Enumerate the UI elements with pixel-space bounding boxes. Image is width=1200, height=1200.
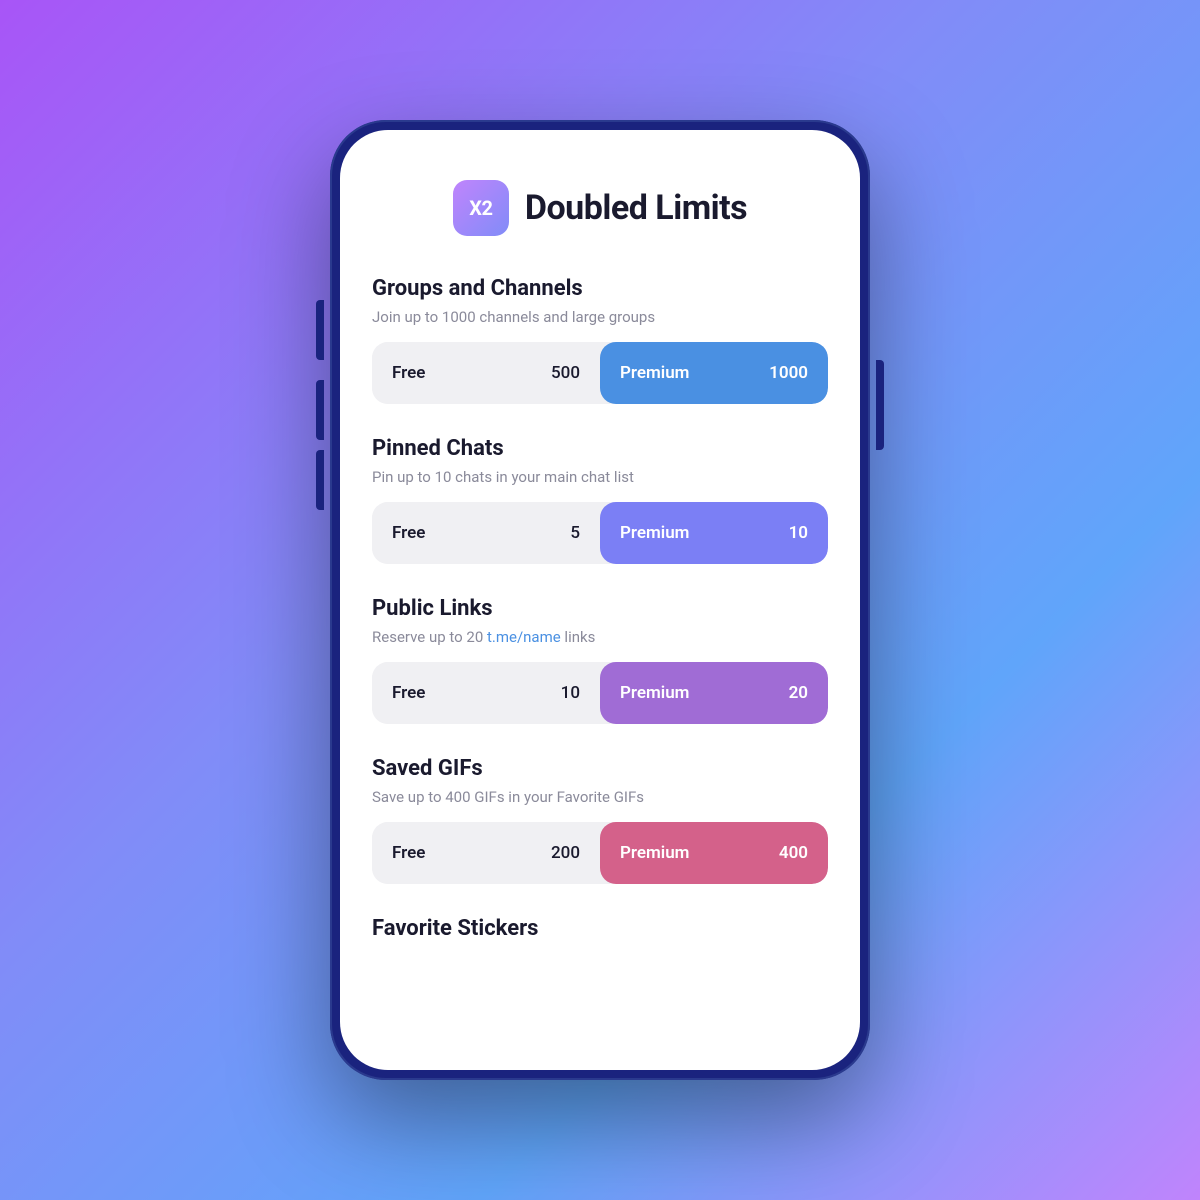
premium-side-gifs: Premium 400	[600, 822, 828, 884]
section-groups: Groups and Channels Join up to 1000 chan…	[372, 276, 828, 404]
premium-count-gifs: 400	[779, 843, 808, 863]
premium-label-gifs: Premium	[620, 843, 689, 863]
free-side-gifs: Free 200	[372, 822, 600, 884]
section-stickers: Favorite Stickers	[372, 916, 828, 941]
free-count-links: 10	[561, 683, 580, 703]
section-title-groups: Groups and Channels	[372, 276, 828, 301]
section-desc-links: Reserve up to 20 t.me/name links	[372, 627, 828, 648]
section-desc-links-suffix: links	[561, 628, 596, 646]
section-desc-links-prefix: Reserve up to 20	[372, 628, 487, 646]
section-title-pinned: Pinned Chats	[372, 436, 828, 461]
section-title-gifs: Saved GIFs	[372, 756, 828, 781]
free-side-links: Free 10	[372, 662, 600, 724]
premium-label-pinned: Premium	[620, 523, 689, 543]
free-label-groups: Free	[392, 363, 425, 383]
premium-side-groups: Premium 1000	[600, 342, 828, 404]
free-count-gifs: 200	[551, 843, 580, 863]
section-links: Public Links Reserve up to 20 t.me/name …	[372, 596, 828, 724]
section-desc-pinned-text: Pin up to 10 chats in your main chat lis…	[372, 468, 634, 486]
phone-screen: X2 Doubled Limits Groups and Channels Jo…	[340, 130, 860, 1070]
premium-side-links: Premium 20	[600, 662, 828, 724]
free-count-pinned: 5	[570, 523, 580, 543]
page-header: X2 Doubled Limits	[372, 180, 828, 236]
x2-badge: X2	[453, 180, 509, 236]
limit-bar-links: Free 10 Premium 20	[372, 662, 828, 724]
free-label-pinned: Free	[392, 523, 425, 543]
section-desc-gifs-text: Save up to 400 GIFs in your Favorite GIF…	[372, 788, 644, 806]
free-side-pinned: Free 5	[372, 502, 600, 564]
page-title: Doubled Limits	[525, 188, 747, 228]
premium-count-groups: 1000	[769, 363, 808, 383]
limit-bar-groups: Free 500 Premium 1000	[372, 342, 828, 404]
phone-frame: X2 Doubled Limits Groups and Channels Jo…	[330, 120, 870, 1080]
x2-badge-text: X2	[469, 196, 492, 220]
section-gifs: Saved GIFs Save up to 400 GIFs in your F…	[372, 756, 828, 884]
premium-side-pinned: Premium 10	[600, 502, 828, 564]
section-pinned: Pinned Chats Pin up to 10 chats in your …	[372, 436, 828, 564]
section-desc-gifs: Save up to 400 GIFs in your Favorite GIF…	[372, 787, 828, 808]
section-desc-groups-text: Join up to 1000 channels and large group…	[372, 308, 655, 326]
premium-count-pinned: 10	[789, 523, 808, 543]
free-count-groups: 500	[551, 363, 580, 383]
free-label-gifs: Free	[392, 843, 425, 863]
free-side-groups: Free 500	[372, 342, 600, 404]
premium-label-groups: Premium	[620, 363, 689, 383]
section-desc-links-link[interactable]: t.me/name	[487, 628, 561, 646]
screen-content: X2 Doubled Limits Groups and Channels Jo…	[340, 130, 860, 1070]
free-label-links: Free	[392, 683, 425, 703]
section-title-stickers: Favorite Stickers	[372, 916, 828, 941]
premium-count-links: 20	[789, 683, 808, 703]
premium-label-links: Premium	[620, 683, 689, 703]
section-desc-groups: Join up to 1000 channels and large group…	[372, 307, 828, 328]
limit-bar-pinned: Free 5 Premium 10	[372, 502, 828, 564]
limit-bar-gifs: Free 200 Premium 400	[372, 822, 828, 884]
section-title-links: Public Links	[372, 596, 828, 621]
section-desc-pinned: Pin up to 10 chats in your main chat lis…	[372, 467, 828, 488]
